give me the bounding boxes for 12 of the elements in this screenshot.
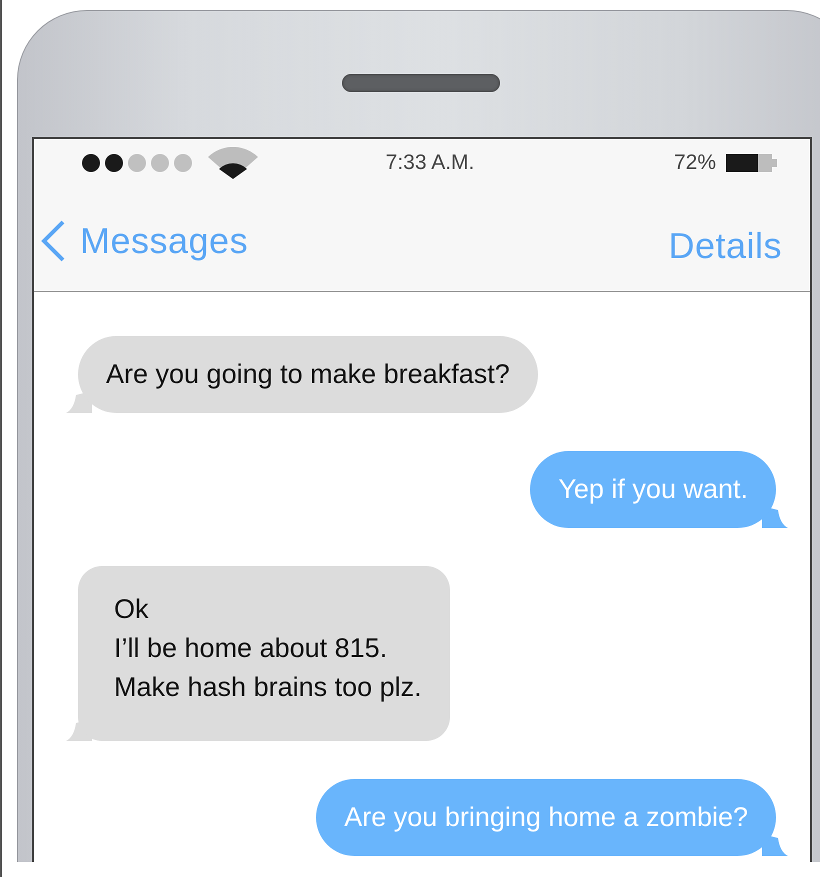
- sent-message-bubble: Are you bringing home a zombie?: [316, 779, 776, 856]
- status-time: 7:33 A.M.: [386, 151, 474, 175]
- sent-message-bubble: Yep if you want.: [530, 451, 776, 528]
- wifi-icon: [208, 147, 258, 179]
- details-link[interactable]: Details: [668, 225, 782, 267]
- received-message-bubble: Ok I’ll be home about 815. Make hash brains too plz.: [78, 566, 450, 741]
- chevron-left-icon: [40, 220, 66, 262]
- back-link[interactable]: Messages: [40, 220, 248, 262]
- signal-icon: [82, 153, 192, 173]
- received-message-bubble: Are you going to make breakfast?: [78, 336, 538, 413]
- battery-percent: 72%: [674, 151, 716, 175]
- battery-icon: [726, 153, 778, 173]
